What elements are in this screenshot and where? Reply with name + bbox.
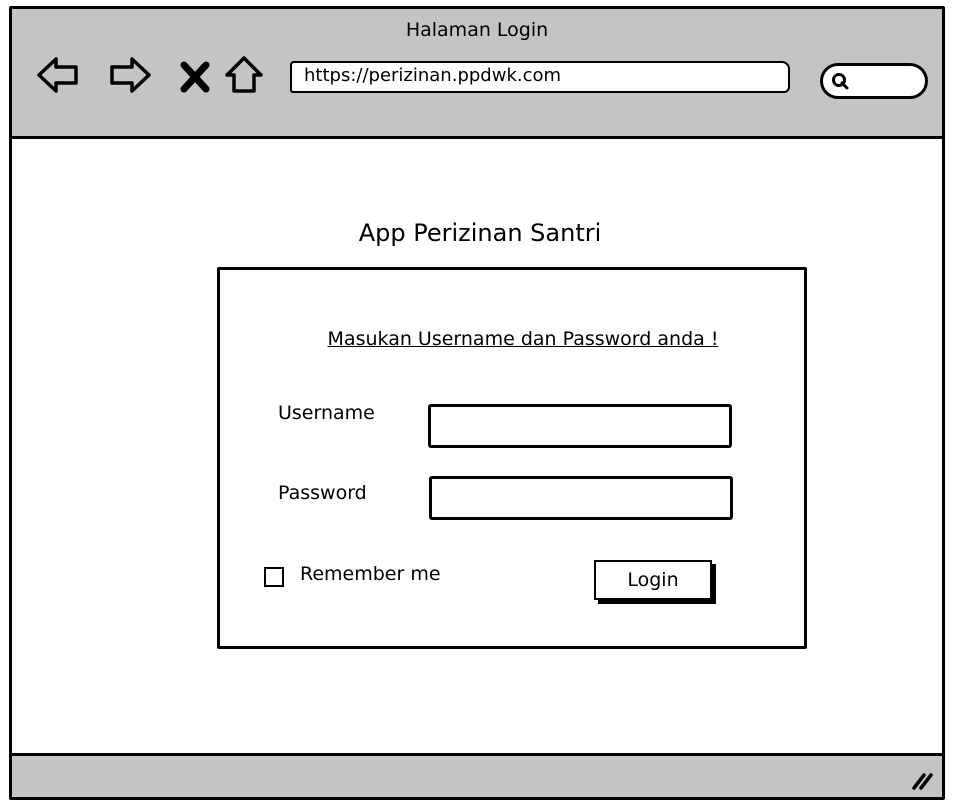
back-arrow-icon[interactable] bbox=[36, 53, 80, 97]
login-button[interactable]: Login bbox=[594, 560, 712, 600]
search-box[interactable] bbox=[820, 63, 928, 99]
window-title: Halaman Login bbox=[405, 19, 549, 41]
login-form: Masukan Username dan Password anda ! Use… bbox=[217, 267, 807, 649]
search-icon bbox=[832, 73, 849, 90]
forward-arrow-icon[interactable] bbox=[108, 53, 152, 97]
remember-me-checkbox[interactable] bbox=[264, 567, 284, 587]
browser-window: Halaman Login https://perizinan.ppdwk.co… bbox=[9, 6, 945, 800]
app-title: App Perizinan Santri bbox=[358, 219, 602, 247]
close-icon[interactable] bbox=[178, 53, 212, 97]
browser-toolbar: Halaman Login https://perizinan.ppdwk.co… bbox=[12, 9, 942, 139]
home-icon[interactable] bbox=[224, 53, 264, 97]
username-label: Username bbox=[278, 402, 375, 424]
resize-grip-icon[interactable] bbox=[910, 767, 934, 791]
url-bar[interactable]: https://perizinan.ppdwk.com bbox=[290, 61, 790, 93]
remember-me-label[interactable]: Remember me bbox=[300, 563, 441, 585]
password-label: Password bbox=[278, 482, 367, 504]
login-instruction: Masukan Username dan Password anda ! bbox=[327, 328, 719, 350]
status-bar bbox=[12, 753, 942, 797]
password-input[interactable] bbox=[429, 476, 733, 520]
username-input[interactable] bbox=[428, 404, 732, 448]
